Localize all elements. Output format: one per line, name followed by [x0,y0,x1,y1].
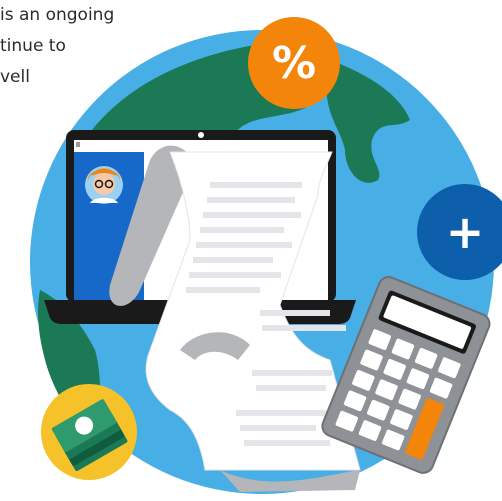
money-badge [41,384,137,480]
avatar-icon [85,166,123,204]
plus-icon: + [445,205,485,259]
percent-icon: % [271,38,317,89]
